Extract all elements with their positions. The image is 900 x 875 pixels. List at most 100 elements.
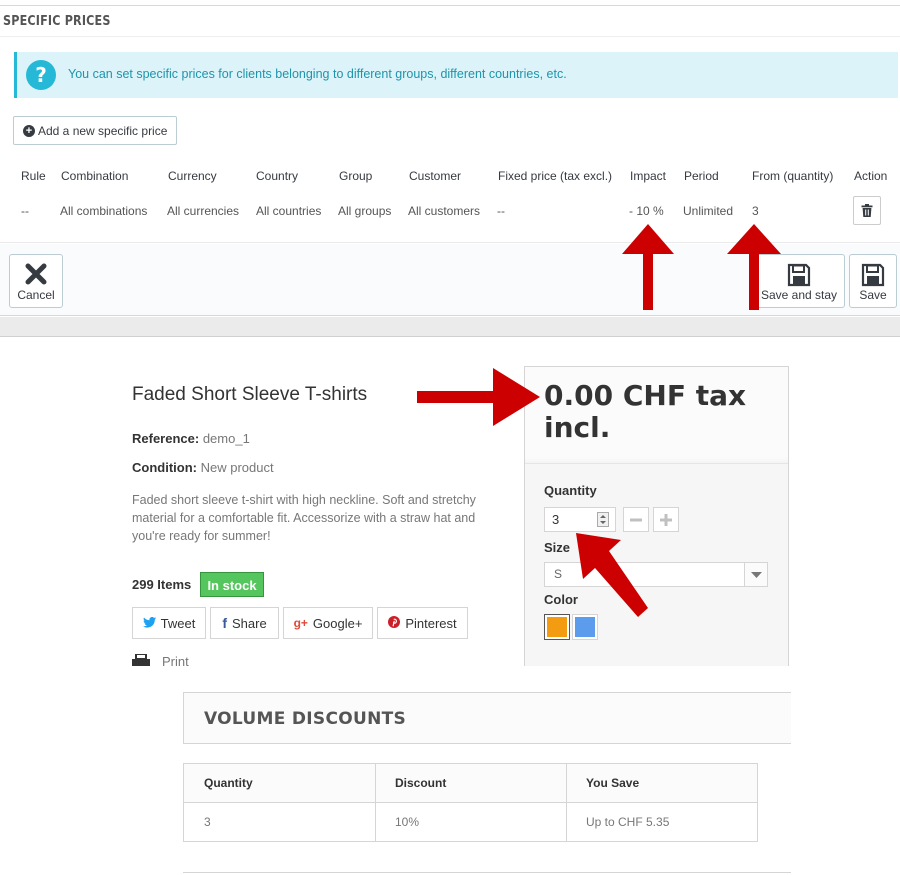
color-swatch-orange[interactable] <box>544 614 570 640</box>
save-and-stay-label: Save and stay <box>760 288 838 302</box>
cell-customer: All customers <box>408 204 481 218</box>
cell-combination: All combinations <box>60 204 148 218</box>
col-header-discount: Discount <box>395 776 447 790</box>
printer-icon <box>132 654 150 666</box>
size-select[interactable]: S <box>544 562 768 587</box>
cell-period: Unlimited <box>683 204 734 218</box>
tweet-label: Tweet <box>160 615 196 631</box>
save-icon <box>861 263 885 287</box>
close-icon <box>25 263 47 285</box>
pinterest-icon <box>388 615 401 631</box>
condition-label: Condition: <box>132 460 197 475</box>
volume-discounts-header: VOLUME DISCOUNTS <box>183 692 791 744</box>
column-divider <box>375 764 376 841</box>
quantity-decrease-button[interactable] <box>623 507 649 532</box>
pinterest-button[interactable]: Pinterest <box>377 607 468 639</box>
save-label: Save <box>859 288 887 302</box>
color-swatch-blue[interactable] <box>572 614 598 640</box>
condition-value: New product <box>200 460 274 475</box>
question-icon: ? <box>26 60 56 90</box>
col-header-combination: Combination <box>61 169 129 183</box>
reference-value: demo_1 <box>202 431 250 446</box>
product-condition: Condition: New product <box>132 460 274 475</box>
col-header-fixed-price: Fixed price (tax excl.) <box>498 169 613 183</box>
col-header-impact: Impact <box>630 169 667 183</box>
google-plus-icon: g+ <box>293 616 308 630</box>
table-header <box>184 764 757 803</box>
swatch-fill <box>547 617 567 637</box>
info-alert: ? You can set specific prices for client… <box>14 52 898 98</box>
product-reference: Reference: demo_1 <box>132 431 250 446</box>
share-label: Share <box>231 615 267 631</box>
add-specific-price-button[interactable]: + Add a new specific price <box>13 116 177 145</box>
volume-discounts-table: Quantity Discount You Save 3 10% Up to C… <box>183 763 758 842</box>
cell-discount: 10% <box>395 815 420 829</box>
cancel-button[interactable]: Cancel <box>9 254 63 308</box>
cell-impact: - 10 % <box>629 204 664 218</box>
trash-icon <box>861 204 873 217</box>
product-price: 0.00 CHF tax incl. <box>544 379 747 444</box>
add-specific-price-label: Add a new specific price <box>38 123 168 138</box>
column-divider <box>566 764 567 841</box>
spinner-arrows-icon <box>600 515 606 524</box>
save-and-stay-button[interactable]: Save and stay <box>753 254 845 308</box>
cell-from-quantity: 3 <box>752 204 759 218</box>
form-footer: Cancel Save and stay Save <box>0 244 900 316</box>
reference-label: Reference: <box>132 431 200 446</box>
cell-group: All groups <box>338 204 392 218</box>
swatch-fill <box>575 617 595 637</box>
section-separator <box>0 317 900 337</box>
divider <box>0 36 900 37</box>
cell-quantity: 3 <box>204 815 211 829</box>
delete-specific-price-button[interactable] <box>853 196 881 225</box>
product-title: Faded Short Sleeve T-shirts <box>132 384 368 405</box>
panel-heading: SPECIFIC PRICES <box>3 14 111 29</box>
quantity-label: Quantity <box>544 483 597 498</box>
twitter-icon <box>142 616 156 631</box>
divider <box>0 242 900 243</box>
plus-icon <box>660 514 672 526</box>
pinterest-label: Pinterest <box>405 615 457 631</box>
col-header-currency: Currency <box>168 169 217 183</box>
divider <box>0 5 900 6</box>
google-plus-button[interactable]: g+ Google+ <box>283 607 373 639</box>
chevron-down-icon <box>744 563 767 586</box>
col-header-period: Period <box>684 169 719 183</box>
quantity-value: 3 <box>552 512 560 527</box>
tweet-button[interactable]: Tweet <box>132 607 206 639</box>
size-label: Size <box>544 540 571 555</box>
facebook-icon: f <box>222 615 227 631</box>
print-link[interactable]: Print <box>132 652 532 666</box>
status-badge: In stock <box>200 572 264 597</box>
buy-box: 0.00 CHF tax incl. Quantity 3 Size S Col… <box>524 366 789 666</box>
col-header-group: Group <box>339 169 373 183</box>
col-header-rule: Rule <box>21 169 46 183</box>
price-area: 0.00 CHF tax incl. <box>525 367 788 464</box>
share-button[interactable]: f Share <box>210 607 279 639</box>
quantity-increase-button[interactable] <box>653 507 679 532</box>
product-description: Faded short sleeve t-shirt with high nec… <box>132 493 476 543</box>
col-header-quantity: Quantity <box>204 776 253 790</box>
cell-rule: -- <box>21 204 29 218</box>
cell-country: All countries <box>256 204 322 218</box>
quantity-spinner[interactable] <box>597 512 609 527</box>
cell-currency: All currencies <box>167 204 240 218</box>
specific-prices-panel: SPECIFIC PRICES ? You can set specific p… <box>0 0 900 338</box>
col-header-from-quantity: From (quantity) <box>752 169 834 183</box>
cell-you-save: Up to CHF 5.35 <box>586 815 670 829</box>
col-header-you-save: You Save <box>586 776 640 790</box>
save-icon <box>787 263 811 287</box>
minus-icon <box>630 518 642 522</box>
size-value: S <box>554 567 563 581</box>
col-header-country: Country <box>256 169 299 183</box>
col-header-action: Action <box>854 169 888 183</box>
arrow-right-price <box>417 368 540 426</box>
cell-fixed-price: -- <box>497 204 505 218</box>
quantity-input[interactable]: 3 <box>544 507 616 532</box>
cancel-label: Cancel <box>17 288 55 302</box>
google-plus-label: Google+ <box>312 615 363 631</box>
print-label: Print <box>162 654 189 666</box>
volume-discounts-title: VOLUME DISCOUNTS <box>204 709 407 729</box>
save-button[interactable]: Save <box>849 254 897 308</box>
divider <box>183 872 791 873</box>
